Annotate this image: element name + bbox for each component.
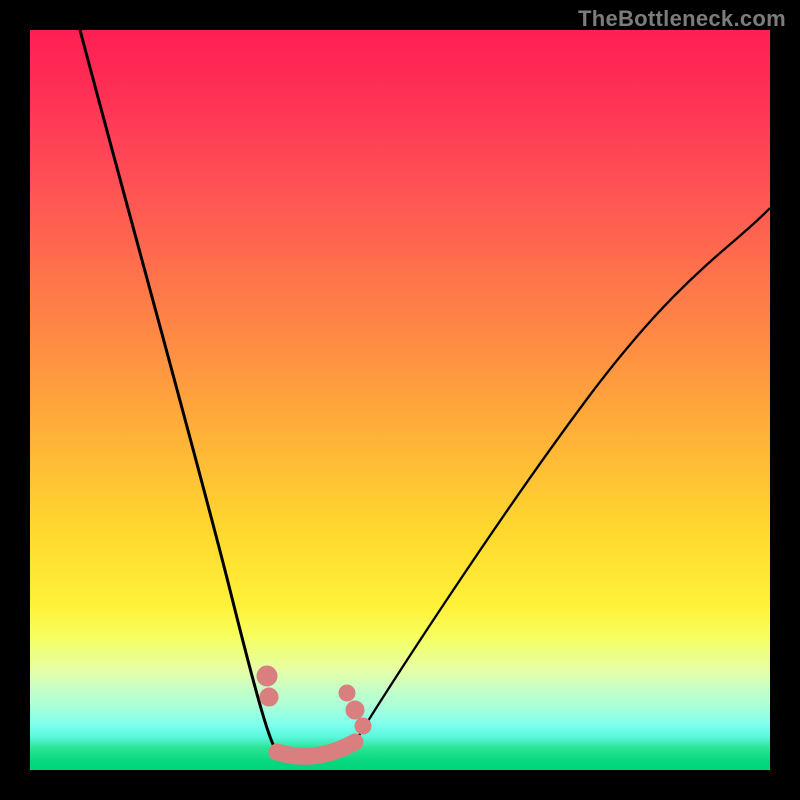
- marker-dot: [346, 701, 364, 719]
- marker-dot: [260, 688, 278, 706]
- chart-frame: TheBottleneck.com: [0, 0, 800, 800]
- watermark-text: TheBottleneck.com: [578, 6, 786, 32]
- marker-dot: [355, 718, 371, 734]
- curve-right-branch: [355, 208, 770, 742]
- marker-dot: [257, 666, 277, 686]
- marker-dot: [339, 685, 355, 701]
- chart-plot-area: [30, 30, 770, 770]
- curve-left-branch: [80, 30, 277, 752]
- curve-trough: [277, 742, 355, 756]
- chart-svg: [30, 30, 770, 770]
